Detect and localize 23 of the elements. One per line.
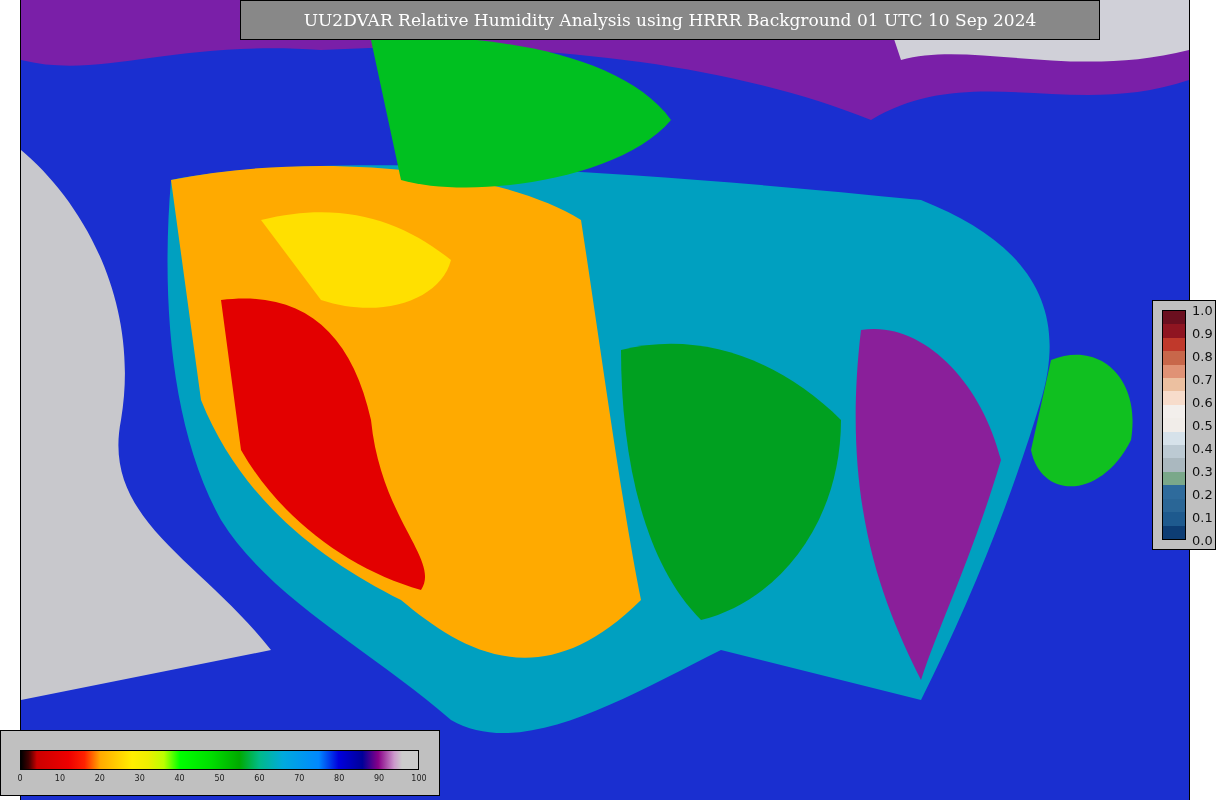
tick-label: 50: [214, 774, 225, 783]
tick-label: 0.1: [1192, 509, 1213, 525]
tick-label: 0.8: [1192, 348, 1213, 364]
tick-label: 60: [254, 774, 265, 783]
tick-label: 0.9: [1192, 325, 1213, 341]
tick-label: 0.5: [1192, 417, 1213, 433]
tick-label: 1.0: [1192, 302, 1213, 318]
tick-label: 80: [334, 774, 345, 783]
tick-label: 0.6: [1192, 394, 1213, 410]
tick-label: 70: [294, 774, 305, 783]
tick-label: 20: [94, 774, 105, 783]
tick-label: 0.4: [1192, 440, 1213, 456]
tick-label: 100: [411, 774, 427, 783]
tick-label: 0.0: [1192, 532, 1213, 548]
tick-label: 40: [174, 774, 185, 783]
tick-label: 0: [17, 774, 23, 783]
tick-label: 90: [374, 774, 385, 783]
tick-label: 0.2: [1192, 486, 1213, 502]
chart-title: UU2DVAR Relative Humidity Analysis using HRRR Background 01 UTC 10 Sep 2024: [240, 0, 1100, 40]
tick-label: 10: [54, 774, 65, 783]
tick-label: 0.7: [1192, 371, 1213, 387]
tick-label: 30: [134, 774, 145, 783]
tick-label: 0.3: [1192, 463, 1213, 479]
